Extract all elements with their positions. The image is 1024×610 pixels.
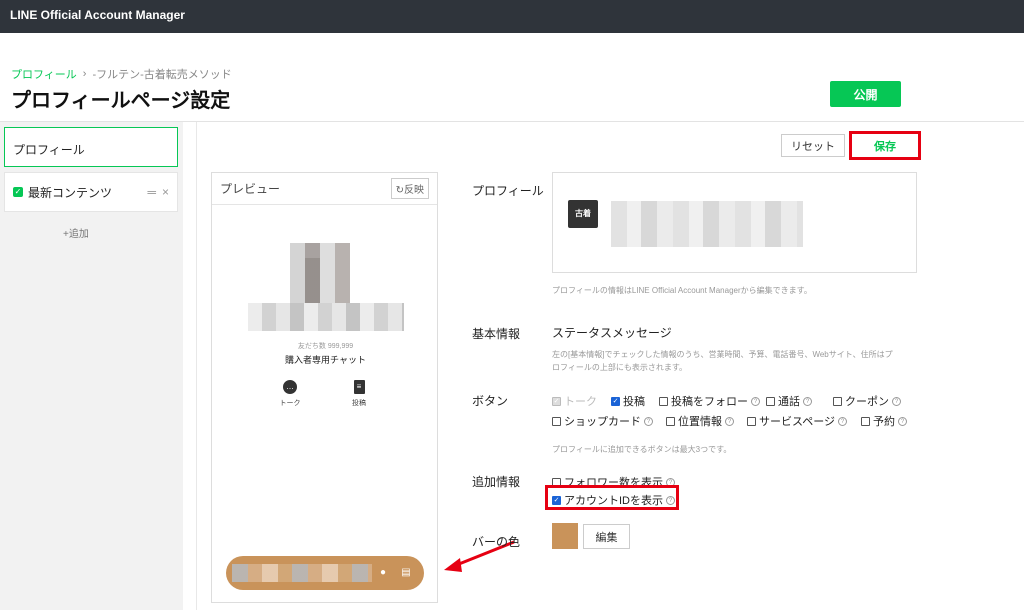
profile-card: 古着: [552, 172, 917, 273]
preview-post-label: 投稿: [352, 400, 366, 407]
close-icon[interactable]: ×: [162, 185, 169, 199]
avatar: [290, 243, 350, 303]
help-icon[interactable]: ?: [644, 416, 653, 426]
help-icon[interactable]: ?: [838, 416, 848, 426]
edit-color-button[interactable]: 編集: [583, 524, 630, 549]
avatar-blur-top: [305, 243, 320, 258]
preview-post-button: ≡ 投稿: [339, 380, 379, 408]
sidebar-item-profile[interactable]: プロフィール: [4, 127, 178, 167]
save-button-label: 保存: [874, 140, 896, 153]
preview-bottom-bar: ● ▤: [226, 556, 424, 590]
buttons-note: プロフィールに追加できるボタンは最大3つです。: [552, 445, 732, 454]
buttons-label: ボタン: [472, 394, 509, 408]
option-talk: ✓ トーク: [552, 393, 597, 409]
basic-note-line-2: ロフィールの上部にも表示されます。: [552, 363, 688, 372]
option-reserve-label: 予約: [873, 416, 895, 428]
bottom-bar-blurred-text: [232, 564, 372, 582]
sidebar-item-latest-content[interactable]: ✓ 最新コンテンツ ═ ×: [4, 172, 178, 212]
breadcrumb: プロフィール › -フルテン-古着転売メソッド: [11, 66, 232, 82]
top-bar: LINE Official Account Manager: [0, 0, 1024, 33]
chevron-right-icon: ›: [82, 68, 87, 80]
page-title: プロフィールページ設定: [11, 90, 231, 112]
chat-bubble-icon: …: [283, 380, 297, 394]
option-call-label: 通話: [778, 396, 800, 408]
help-icon[interactable]: ?: [751, 396, 760, 406]
checkbox-icon[interactable]: [666, 416, 675, 426]
refresh-icon: ↻: [395, 185, 404, 196]
profile-label: プロフィール: [472, 184, 544, 198]
option-account-id-label: アカウントIDを表示: [564, 495, 663, 507]
preview-talk-label: トーク: [279, 400, 301, 407]
app-title: LINE Official Account Manager: [10, 8, 185, 22]
checkbox-icon[interactable]: [552, 416, 561, 426]
checkbox-icon[interactable]: [861, 416, 870, 426]
preview-title: プレビュー: [220, 182, 281, 196]
option-shopcard[interactable]: ショップカード ?: [552, 413, 653, 429]
save-button[interactable]: 保存: [849, 131, 921, 160]
checkbox-icon[interactable]: ✓: [13, 187, 23, 197]
option-location[interactable]: 位置情報 ?: [666, 413, 734, 429]
add-content-link[interactable]: +追加: [63, 225, 89, 240]
basic-info-note: 左の[基本情報]でチェックした情報のうち、営業時間、予算、電話番号、Webサイト…: [552, 348, 893, 374]
brand-logo: 古着: [568, 200, 598, 228]
preview-header: プレビュー ↻反映: [212, 173, 437, 205]
chat-name: 購入者専用チャット: [285, 355, 366, 365]
help-icon[interactable]: ?: [892, 396, 901, 406]
sidebar-item-label: 最新コンテンツ: [28, 185, 113, 200]
document-icon: ▤: [401, 567, 411, 578]
status-message: ステータスメッセージ: [552, 326, 672, 340]
option-coupon-label: クーポン: [845, 396, 889, 408]
breadcrumb-profile-link[interactable]: プロフィール: [11, 66, 77, 82]
option-reserve[interactable]: 予約 ?: [861, 413, 907, 429]
option-call[interactable]: 通話 ?: [766, 393, 812, 409]
preview-talk-button: … トーク: [270, 380, 310, 408]
checkbox-icon: ✓: [552, 396, 561, 406]
option-follow-posts[interactable]: 投稿をフォロー ?: [659, 393, 760, 409]
checkbox-icon[interactable]: ✓: [552, 495, 561, 505]
basic-info-label: 基本情報: [472, 327, 521, 341]
option-location-label: 位置情報: [678, 416, 722, 428]
option-service-label: サービスページ: [759, 416, 836, 428]
help-icon[interactable]: ?: [666, 495, 675, 505]
option-talk-label: トーク: [564, 396, 597, 408]
bar-color-label: バーの色: [472, 535, 521, 549]
sidebar: プロフィール ✓ 最新コンテンツ ═ × +追加: [0, 122, 183, 610]
preview-panel: プレビュー ↻反映 友だち数 999,999 購入者専用チャット … トーク ≡…: [211, 172, 438, 603]
reflect-button[interactable]: ↻反映: [390, 178, 429, 199]
basic-note-line-1: 左の[基本情報]でチェックした情報のうち、営業時間、予算、電話番号、Webサイト…: [552, 350, 893, 359]
checkbox-icon[interactable]: [833, 396, 842, 406]
publish-button[interactable]: 公開: [830, 81, 901, 107]
option-shopcard-label: ショップカード: [564, 416, 641, 428]
reflect-label: 反映: [404, 185, 424, 196]
document-icon: ≡: [353, 380, 365, 394]
help-icon[interactable]: ?: [898, 416, 907, 426]
profile-note: プロフィールの情報はLINE Official Account Managerか…: [552, 286, 812, 295]
account-name-blurred: [248, 303, 404, 331]
checkbox-icon[interactable]: ✓: [611, 396, 620, 406]
chat-bubble-icon: ●: [379, 567, 387, 578]
extra-info-label: 追加情報: [472, 475, 521, 489]
checkbox-icon[interactable]: [747, 416, 756, 426]
help-icon[interactable]: ?: [725, 416, 734, 426]
option-show-account-id[interactable]: ✓ アカウントIDを表示 ?: [552, 492, 675, 508]
checkbox-icon[interactable]: [766, 396, 775, 406]
option-follow-label: 投稿をフォロー: [671, 396, 748, 408]
profile-info-blurred: [611, 201, 803, 247]
bar-color-swatch[interactable]: [552, 523, 578, 549]
drag-handle-icon[interactable]: ═: [147, 185, 156, 199]
option-post-label: 投稿: [623, 396, 645, 408]
option-coupon[interactable]: クーポン ?: [833, 393, 901, 409]
help-icon[interactable]: ?: [803, 396, 812, 406]
friends-count: 友だち数 999,999: [297, 343, 354, 350]
item-tools: ═ ×: [147, 185, 169, 199]
checkbox-icon[interactable]: [659, 396, 668, 406]
option-post[interactable]: ✓ 投稿: [611, 393, 645, 409]
breadcrumb-current: -フルテン-古着転売メソッド: [92, 69, 232, 81]
reset-button[interactable]: リセット: [781, 134, 845, 157]
option-service-page[interactable]: サービスページ ?: [747, 413, 848, 429]
